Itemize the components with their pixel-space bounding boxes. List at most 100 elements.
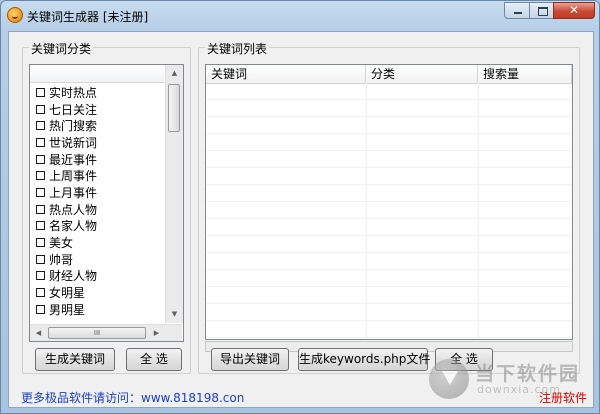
category-checkbox[interactable] <box>36 271 45 281</box>
category-item[interactable]: 热门搜索 <box>30 117 164 134</box>
download-arrow-icon <box>429 359 469 399</box>
category-label: 帅哥 <box>49 252 74 267</box>
categories-vertical-scrollbar[interactable]: ▲ ▼ <box>165 65 183 323</box>
column-divider <box>366 83 367 339</box>
close-icon: ✕ <box>568 3 580 17</box>
category-checkbox[interactable] <box>36 254 45 264</box>
register-link[interactable]: 注册软件 <box>539 389 587 406</box>
website-link[interactable]: 更多极品软件请访问：www.818198.con <box>21 389 244 406</box>
minimize-icon <box>514 12 522 14</box>
category-label: 财经人物 <box>49 269 98 284</box>
category-item[interactable]: 女明星 <box>30 284 164 301</box>
app-icon-face <box>12 13 18 19</box>
table-row <box>206 168 572 185</box>
category-label: 实时热点 <box>49 85 98 100</box>
app-icon <box>7 7 23 23</box>
category-checkbox[interactable] <box>36 171 45 181</box>
keywords-group: 关键词列表 关键词 分类 搜索量 导出关键词 生成keywords.php文件 … <box>198 40 580 374</box>
category-item[interactable]: 最近事件 <box>30 151 164 168</box>
table-row <box>206 83 572 100</box>
category-label: 上月事件 <box>49 185 98 200</box>
category-checkbox[interactable] <box>36 121 45 131</box>
scroll-right-arrow-icon[interactable]: ▶ <box>148 325 165 341</box>
table-row <box>206 100 572 117</box>
category-label: 七日关注 <box>49 102 98 117</box>
category-label: 女明星 <box>49 286 86 301</box>
category-checkbox[interactable] <box>36 87 45 97</box>
title-bar[interactable]: 关键词生成器 [未注册] ✕ <box>1 1 599 31</box>
category-checkbox[interactable] <box>36 187 45 197</box>
category-checkbox[interactable] <box>36 304 45 314</box>
arrow-down-icon <box>442 371 458 385</box>
table-row <box>206 219 572 236</box>
scroll-left-arrow-icon[interactable]: ◀ <box>30 325 47 341</box>
category-item[interactable]: 名家人物 <box>30 218 164 235</box>
table-row <box>206 270 572 287</box>
categories-list-header <box>30 65 164 83</box>
category-label: 男明星 <box>49 302 86 317</box>
column-header-category[interactable]: 分类 <box>366 65 478 83</box>
minimize-button[interactable] <box>504 2 530 19</box>
category-checkbox[interactable] <box>36 154 45 164</box>
category-checkbox[interactable] <box>36 238 45 248</box>
watermark-title: 当下软件园 <box>475 363 581 385</box>
category-item[interactable]: 上周事件 <box>30 167 164 184</box>
categories-horizontal-scrollbar[interactable]: ◀ III ▶ <box>30 324 182 341</box>
select-all-categories-button[interactable]: 全 选 <box>126 348 182 371</box>
category-checkbox[interactable] <box>36 204 45 214</box>
table-row <box>206 117 572 134</box>
table-row <box>206 202 572 219</box>
category-item[interactable]: 上月事件 <box>30 184 164 201</box>
category-label: 美女 <box>49 236 74 251</box>
category-checkbox[interactable] <box>36 288 45 298</box>
maximize-button[interactable] <box>529 2 554 19</box>
table-row <box>206 151 572 168</box>
table-row <box>206 287 572 304</box>
category-label: 世说新词 <box>49 135 98 150</box>
categories-group: 关键词分类 实时热点七日关注热门搜索 世说新词最近事件上周事件 上月事件热点人物名家… <box>22 40 191 374</box>
categories-listbox[interactable]: 实时热点七日关注热门搜索 世说新词最近事件上周事件 上月事件热点人物名家人物美女 帅哥… <box>29 64 184 342</box>
main-window: 关键词生成器 [未注册] ✕ 关键词分类 实时热点七日关注热门搜索 世说新词最近事… <box>0 0 600 414</box>
horizontal-scroll-thumb[interactable]: III <box>48 327 146 339</box>
column-header-search-volume[interactable]: 搜索量 <box>478 65 572 83</box>
category-checkbox[interactable] <box>36 137 45 147</box>
export-keywords-button[interactable]: 导出关键词 <box>211 348 289 371</box>
generate-keywords-button[interactable]: 生成关键词 <box>35 348 115 371</box>
table-row <box>206 185 572 202</box>
category-item[interactable]: 实时热点 <box>30 84 164 101</box>
keywords-table[interactable]: 关键词 分类 搜索量 <box>205 64 573 340</box>
maximize-icon <box>538 7 548 16</box>
category-item[interactable]: 热点人物 <box>30 201 164 218</box>
table-row <box>206 253 572 270</box>
column-header-keyword[interactable]: 关键词 <box>206 65 366 83</box>
category-label: 名家人物 <box>49 219 98 234</box>
category-item[interactable]: 七日关注 <box>30 101 164 118</box>
generate-php-file-button[interactable]: 生成keywords.php文件 <box>298 348 430 371</box>
category-checkbox[interactable] <box>36 104 45 114</box>
table-row <box>206 134 572 151</box>
category-item[interactable]: 世说新词 <box>30 134 164 151</box>
table-row <box>206 321 572 338</box>
table-row <box>206 236 572 253</box>
keywords-group-label: 关键词列表 <box>205 40 270 57</box>
scroll-up-arrow-icon[interactable]: ▲ <box>166 65 183 82</box>
categories-group-label: 关键词分类 <box>29 40 94 57</box>
category-item[interactable]: 男明星 <box>30 301 164 318</box>
scroll-down-arrow-icon[interactable]: ▼ <box>166 306 183 323</box>
category-checkbox[interactable] <box>36 221 45 231</box>
category-label: 热门搜索 <box>49 119 98 134</box>
category-item[interactable]: 财经人物 <box>30 268 164 285</box>
close-button[interactable]: ✕ <box>553 2 595 19</box>
column-divider <box>478 83 479 339</box>
category-item[interactable]: 美女 <box>30 234 164 251</box>
window-title: 关键词生成器 [未注册] <box>27 10 149 24</box>
vertical-scroll-thumb[interactable] <box>168 84 180 132</box>
keywords-table-header: 关键词 分类 搜索量 <box>206 65 572 84</box>
category-label: 热点人物 <box>49 202 98 217</box>
category-label: 上周事件 <box>49 169 98 184</box>
category-label: 最近事件 <box>49 152 98 167</box>
table-row <box>206 304 572 321</box>
client-area: 关键词分类 实时热点七日关注热门搜索 世说新词最近事件上周事件 上月事件热点人物名家… <box>8 31 594 408</box>
category-item[interactable]: 帅哥 <box>30 251 164 268</box>
categories-list: 实时热点七日关注热门搜索 世说新词最近事件上周事件 上月事件热点人物名家人物美女 帅哥… <box>30 84 164 318</box>
